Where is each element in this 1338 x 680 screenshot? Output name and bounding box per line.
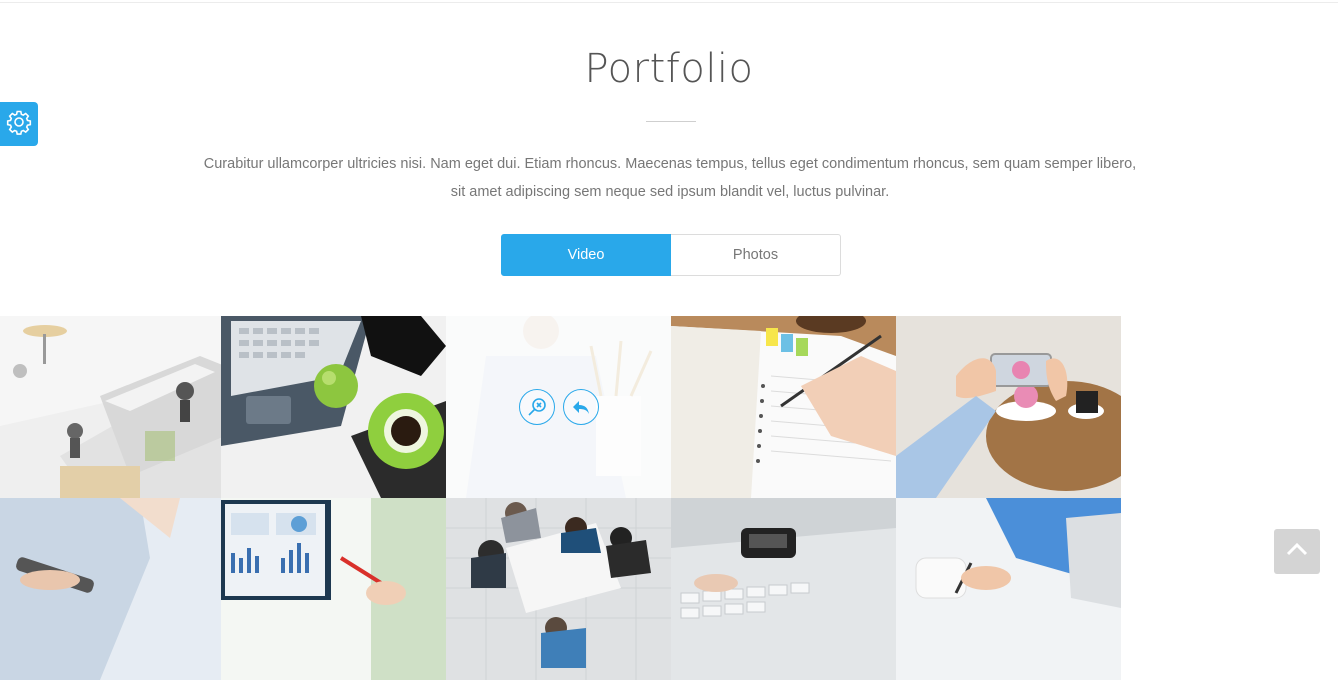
zoom-button[interactable] (518, 389, 555, 425)
gear-icon (6, 109, 32, 140)
link-button[interactable] (562, 389, 599, 425)
portfolio-item[interactable] (896, 316, 1121, 498)
portfolio-grid (0, 316, 1125, 680)
hover-overlay (446, 316, 671, 498)
monitor-charts-image (221, 498, 446, 680)
magnifier-icon (526, 396, 548, 418)
meeting-table-image (446, 498, 671, 680)
office-desk-image (0, 316, 225, 498)
settings-toggle[interactable] (0, 102, 38, 146)
business-writing-image (896, 498, 1121, 680)
phone-cupcake-image (896, 316, 1121, 498)
title-underline (646, 121, 696, 122)
portfolio-item[interactable] (671, 316, 896, 498)
portfolio-item[interactable] (446, 498, 671, 680)
portfolio-filter: Video Photos (501, 234, 841, 276)
chevron-up-icon (1286, 542, 1308, 561)
portfolio-item[interactable] (896, 498, 1121, 680)
portfolio-item[interactable] (221, 316, 446, 498)
filter-video-button[interactable]: Video (501, 234, 671, 276)
reply-arrow-icon (570, 396, 592, 418)
intro-line-2: sit amet adipiscing sem neque sed ipsum … (450, 184, 890, 200)
section-title: Portfolio (584, 46, 754, 92)
portfolio-item[interactable] (0, 498, 225, 680)
top-divider (0, 2, 1338, 3)
filter-photos-button[interactable]: Photos (671, 234, 841, 276)
portfolio-item[interactable] (221, 498, 446, 680)
notebook-writing-image (671, 316, 896, 498)
laptop-apple-coffee-image (221, 316, 446, 498)
keyboard-phone-image (671, 498, 896, 680)
section-intro: Curabitur ullamcorper ultricies nisi. Na… (180, 150, 1160, 206)
portfolio-item[interactable] (671, 498, 896, 680)
portfolio-item-hovered[interactable] (446, 316, 671, 498)
portfolio-item[interactable] (0, 316, 225, 498)
intro-line-1: Curabitur ullamcorper ultricies nisi. Na… (203, 156, 1137, 172)
tablet-hands-image (0, 498, 225, 680)
scroll-to-top-button[interactable] (1274, 529, 1320, 574)
